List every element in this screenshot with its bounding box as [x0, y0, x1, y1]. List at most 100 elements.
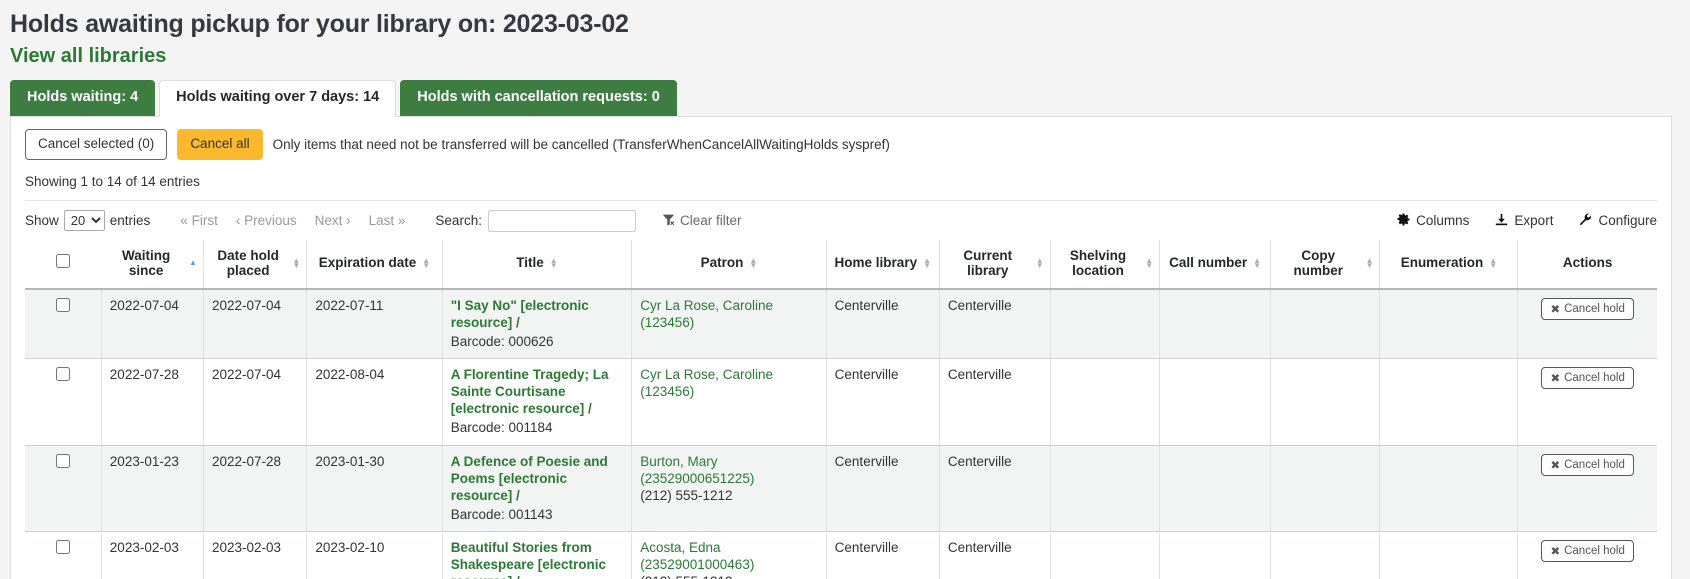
cell-date-hold-placed: 2022-07-28: [203, 445, 308, 533]
cell-enumeration: [1379, 531, 1519, 579]
cell-current-library: Centerville: [939, 445, 1051, 533]
cell-call-number: [1159, 531, 1271, 579]
cell-patron: Burton, Mary (23529000651225) (212) 555-…: [631, 445, 827, 533]
cell-enumeration: [1379, 445, 1519, 533]
barcode-text: Barcode: 000626: [450, 333, 554, 349]
sort-icon: ▲ ▼: [292, 255, 301, 270]
patron-link[interactable]: Acosta, Edna (23529001000463): [640, 540, 817, 574]
row-checkbox[interactable]: [55, 297, 70, 312]
cell-title: A Defence of Poesie and Poems [electroni…: [442, 445, 633, 533]
cell-shelving-location: [1050, 531, 1161, 579]
row-select-cell: [25, 445, 102, 533]
table-row: 2023-02-03 2023-02-03 2023-02-10 Beautif…: [25, 531, 1657, 579]
cell-shelving-location: [1050, 445, 1161, 533]
sort-asc-icon: ▲: [189, 258, 197, 268]
title-link[interactable]: Beautiful Stories from Shakespeare [elec…: [451, 540, 624, 579]
cancel-hold-label: Cancel hold: [1564, 458, 1625, 471]
column-label: Shelving location: [1069, 247, 1127, 278]
column-date-hold-placed[interactable]: Date hold placed ▲ ▼: [203, 239, 308, 290]
patron-link[interactable]: Cyr La Rose, Caroline (123456): [640, 367, 817, 401]
columns-button[interactable]: Columns: [1397, 213, 1469, 229]
cell-title: "I Say No" [electronic resource] / Barco…: [442, 288, 633, 360]
tab-holds-waiting[interactable]: Holds waiting: 4: [10, 80, 156, 116]
sort-icon: ▲ ▼: [1253, 255, 1262, 270]
page-first-button[interactable]: « First: [180, 213, 218, 228]
cell-expiration-date: 2022-07-11: [306, 288, 443, 360]
download-icon: [1495, 213, 1508, 229]
patron-link[interactable]: Cyr La Rose, Caroline (123456): [640, 298, 817, 332]
export-button[interactable]: Export: [1495, 213, 1553, 229]
column-label: Current library: [963, 247, 1013, 278]
column-call-number[interactable]: Call number ▲ ▼: [1159, 239, 1271, 290]
close-icon: ✖: [1550, 546, 1561, 559]
cell-enumeration: [1379, 288, 1519, 360]
datatable-controls: Show 20 entries « First ‹ Previous Next …: [25, 201, 1657, 240]
patron-phone: (212) 555-1212: [640, 487, 733, 503]
column-label: Patron: [700, 255, 744, 271]
cancel-selected-button[interactable]: Cancel selected (0): [25, 128, 168, 160]
page-previous-button[interactable]: ‹ Previous: [236, 213, 297, 228]
sort-icon: ▲ ▼: [549, 255, 558, 270]
column-label: Copy number: [1293, 247, 1344, 278]
page-last-button[interactable]: Last »: [369, 213, 406, 228]
title-link[interactable]: A Defence of Poesie and Poems [electroni…: [451, 454, 624, 505]
view-all-libraries-link[interactable]: View all libraries: [10, 45, 166, 68]
title-link[interactable]: "I Say No" [electronic resource] /: [451, 298, 624, 332]
sort-icon: ▲ ▼: [749, 255, 758, 270]
column-shelving-location[interactable]: Shelving location ▲ ▼: [1050, 239, 1161, 290]
cancel-hold-button[interactable]: ✖ Cancel hold: [1541, 540, 1634, 563]
cell-current-library: Centerville: [939, 358, 1051, 446]
cancel-all-button[interactable]: Cancel all: [177, 128, 263, 160]
column-patron[interactable]: Patron ▲ ▼: [631, 239, 827, 290]
column-waiting-since[interactable]: Waiting since ▲: [101, 239, 204, 290]
column-enumeration[interactable]: Enumeration ▲ ▼: [1379, 239, 1519, 290]
clear-filter-button[interactable]: Clear filter: [662, 213, 741, 229]
export-label: Export: [1514, 213, 1554, 229]
cell-expiration-date: 2022-08-04: [306, 358, 443, 446]
cancel-hold-label: Cancel hold: [1564, 372, 1625, 385]
cell-date-hold-placed: 2022-07-04: [203, 358, 308, 446]
search-input[interactable]: [487, 209, 636, 232]
sort-icon: ▲ ▼: [1145, 255, 1154, 270]
page-root: Holds awaiting pickup for your library o…: [0, 0, 1690, 579]
entries-label: entries: [109, 213, 151, 229]
column-home-library[interactable]: Home library ▲ ▼: [826, 239, 940, 290]
cell-patron: Cyr La Rose, Caroline (123456): [631, 358, 827, 446]
cell-copy-number: [1270, 288, 1381, 360]
cancel-hold-button[interactable]: ✖ Cancel hold: [1541, 453, 1634, 476]
cell-actions: ✖ Cancel hold: [1517, 445, 1657, 533]
cell-actions: ✖ Cancel hold: [1517, 358, 1657, 446]
holds-tabs: Holds waiting: 4 Holds waiting over 7 da…: [0, 80, 1690, 117]
cell-current-library: Centerville: [939, 531, 1051, 579]
page-next-button[interactable]: Next ›: [315, 213, 351, 228]
column-expiration-date[interactable]: Expiration date ▲ ▼: [306, 239, 443, 290]
cell-patron: Acosta, Edna (23529001000463) (212) 555-…: [631, 531, 827, 579]
patron-link[interactable]: Burton, Mary (23529000651225): [640, 454, 817, 488]
table-row: 2022-07-28 2022-07-04 2022-08-04 A Flore…: [25, 358, 1657, 446]
tab-holds-waiting-over-7-days[interactable]: Holds waiting over 7 days: 14: [159, 80, 397, 117]
configure-button[interactable]: Configure: [1579, 213, 1657, 229]
column-label: Waiting since: [122, 247, 171, 278]
page-header: Holds awaiting pickup for your library o…: [0, 0, 1690, 80]
row-checkbox[interactable]: [55, 367, 70, 382]
cancel-hold-label: Cancel hold: [1564, 545, 1625, 558]
column-title[interactable]: Title ▲ ▼: [442, 239, 633, 290]
title-link[interactable]: A Florentine Tragedy; La Sainte Courtisa…: [451, 367, 624, 418]
cancel-hold-button[interactable]: ✖ Cancel hold: [1541, 297, 1634, 320]
column-label: Enumeration: [1400, 255, 1484, 271]
sort-icon: ▲ ▼: [1365, 255, 1374, 270]
column-copy-number[interactable]: Copy number ▲ ▼: [1270, 239, 1381, 290]
page-length-control: Show 20 entries: [25, 210, 151, 232]
cancel-hold-button[interactable]: ✖ Cancel hold: [1541, 367, 1634, 390]
cell-actions: ✖ Cancel hold: [1517, 288, 1657, 360]
cell-copy-number: [1270, 531, 1381, 579]
select-all-checkbox[interactable]: [56, 254, 71, 269]
row-checkbox[interactable]: [55, 453, 70, 468]
column-current-library[interactable]: Current library ▲ ▼: [939, 239, 1051, 290]
barcode-text: Barcode: 001143: [450, 506, 553, 522]
configure-label: Configure: [1598, 213, 1657, 229]
tab-holds-with-cancellation-requests[interactable]: Holds with cancellation requests: 0: [400, 80, 677, 116]
page-length-select[interactable]: 20: [63, 210, 105, 232]
row-checkbox[interactable]: [55, 540, 70, 555]
cell-shelving-location: [1050, 358, 1161, 446]
